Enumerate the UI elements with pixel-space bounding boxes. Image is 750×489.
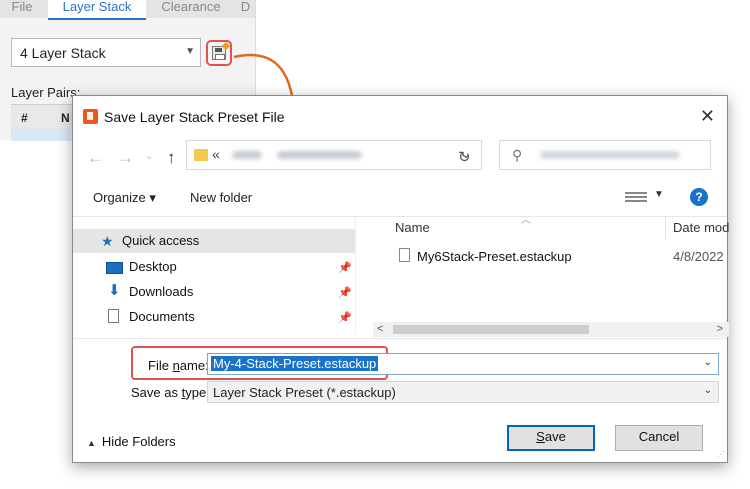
cancel-button[interactable]: Cancel (615, 425, 703, 451)
file-name-value: My-4-Stack-Preset.estackup (211, 356, 379, 371)
tab-d[interactable]: D (236, 0, 255, 18)
col-name: N (61, 111, 70, 125)
view-dropdown-icon[interactable]: ▼ (654, 189, 664, 200)
pin-icon: 📌 (338, 287, 352, 299)
panel-tabs: File Layer Stack Clearance D (0, 0, 255, 20)
file-name-label: File name: (148, 358, 209, 373)
file-icon (399, 248, 410, 262)
document-icon (108, 309, 119, 323)
desktop-icon (106, 262, 123, 274)
stack-select-value: 4 Layer Stack (20, 45, 106, 61)
nav-item-label: Quick access (122, 233, 200, 248)
scroll-right-icon[interactable]: > (717, 323, 723, 335)
navigation-pane: ★ Quick access Desktop 📌 ⬇ Downloads 📌 D… (73, 217, 356, 335)
blurred-path-segment (232, 151, 262, 159)
dialog-titlebar: Save Layer Stack Preset File ✕ (73, 96, 727, 140)
help-icon[interactable]: ? (690, 188, 708, 206)
save-button[interactable]: Save (507, 425, 595, 451)
tab-file[interactable]: File (0, 0, 44, 18)
forward-arrow-icon[interactable]: → (117, 148, 134, 168)
sort-ascending-icon: ︿ (521, 215, 531, 226)
column-header-name[interactable]: Name (395, 220, 430, 235)
app-icon (83, 109, 98, 124)
dropdown-arrow-icon: ▼ (185, 46, 195, 57)
file-name-field[interactable]: My-4-Stack-Preset.estackup ⌄ (207, 353, 719, 375)
layer-pairs-label: Layer Pairs: (11, 85, 81, 100)
folder-icon (194, 149, 208, 161)
star-icon: ★ (101, 233, 114, 249)
save-dialog: Save Layer Stack Preset File ✕ ← → ⌄ ↑ «… (72, 95, 729, 463)
search-icon: ⚲ (512, 147, 523, 163)
hide-folders-button[interactable]: ▲ Hide Folders (87, 434, 176, 449)
nav-item-desktop[interactable]: Desktop (129, 259, 177, 274)
dialog-title: Save Layer Stack Preset File (104, 109, 285, 125)
close-icon[interactable]: ✕ (700, 106, 715, 127)
nav-scrollbar[interactable]: ▲ ▼ (355, 217, 356, 335)
divider (73, 338, 727, 339)
resize-grip-icon[interactable]: ⋰ (717, 450, 725, 459)
tab-layer-stack[interactable]: Layer Stack (48, 0, 146, 20)
chevron-up-icon: ▲ (87, 438, 96, 448)
search-input[interactable]: ⚲ (499, 140, 711, 170)
save-as-type-label: Save as type: (131, 385, 210, 400)
stack-select[interactable]: 4 Layer Stack ▼ (11, 38, 201, 67)
scroll-thumb[interactable] (393, 325, 589, 334)
pin-icon: 📌 (338, 262, 352, 274)
tab-clearance[interactable]: Clearance (150, 0, 232, 18)
scroll-left-icon[interactable]: < (377, 323, 383, 335)
table-row[interactable] (11, 129, 71, 141)
blurred-search-placeholder (540, 151, 680, 159)
column-header-date[interactable]: Date mod (673, 220, 729, 235)
column-divider[interactable] (665, 217, 666, 239)
dialog-toolbar: Organize ▾ New folder ▼ (73, 184, 727, 212)
address-bar[interactable]: « ⌄ (186, 140, 482, 170)
file-item-name[interactable]: My6Stack-Preset.estackup (417, 249, 572, 264)
chevron-down-icon[interactable]: ⌄ (704, 385, 712, 396)
hide-folders-label: Hide Folders (101, 434, 176, 449)
new-folder-button[interactable]: New folder (190, 190, 252, 205)
col-number: # (21, 111, 28, 125)
view-options-icon[interactable] (625, 190, 647, 204)
chevron-down-icon[interactable]: ⌄ (704, 357, 712, 368)
refresh-icon[interactable]: ↻ (458, 148, 471, 166)
organize-button[interactable]: Organize ▾ (93, 190, 156, 206)
back-arrow-icon[interactable]: ← (87, 148, 104, 168)
up-arrow-icon[interactable]: ↑ (167, 148, 176, 168)
pin-icon: 📌 (338, 312, 352, 324)
save-as-type-select[interactable]: Layer Stack Preset (*.estackup) ⌄ (207, 381, 719, 403)
nav-item-downloads[interactable]: Downloads (129, 284, 193, 299)
nav-item-quick-access[interactable]: ★ Quick access (73, 229, 355, 253)
save-preset-button[interactable] (206, 40, 232, 66)
address-prefix: « (212, 146, 220, 162)
blurred-path-segment (277, 151, 362, 159)
recent-chevron-icon[interactable]: ⌄ (145, 151, 153, 162)
file-list: Name ︿ Date mod My6Stack-Preset.estackup… (373, 215, 729, 317)
download-icon: ⬇ (108, 282, 121, 299)
save-as-type-value: Layer Stack Preset (*.estackup) (213, 385, 396, 400)
list-horizontal-scrollbar[interactable]: < > (373, 322, 729, 337)
nav-item-documents[interactable]: Documents (129, 309, 195, 324)
file-item-date: 4/8/2022 (673, 249, 724, 264)
